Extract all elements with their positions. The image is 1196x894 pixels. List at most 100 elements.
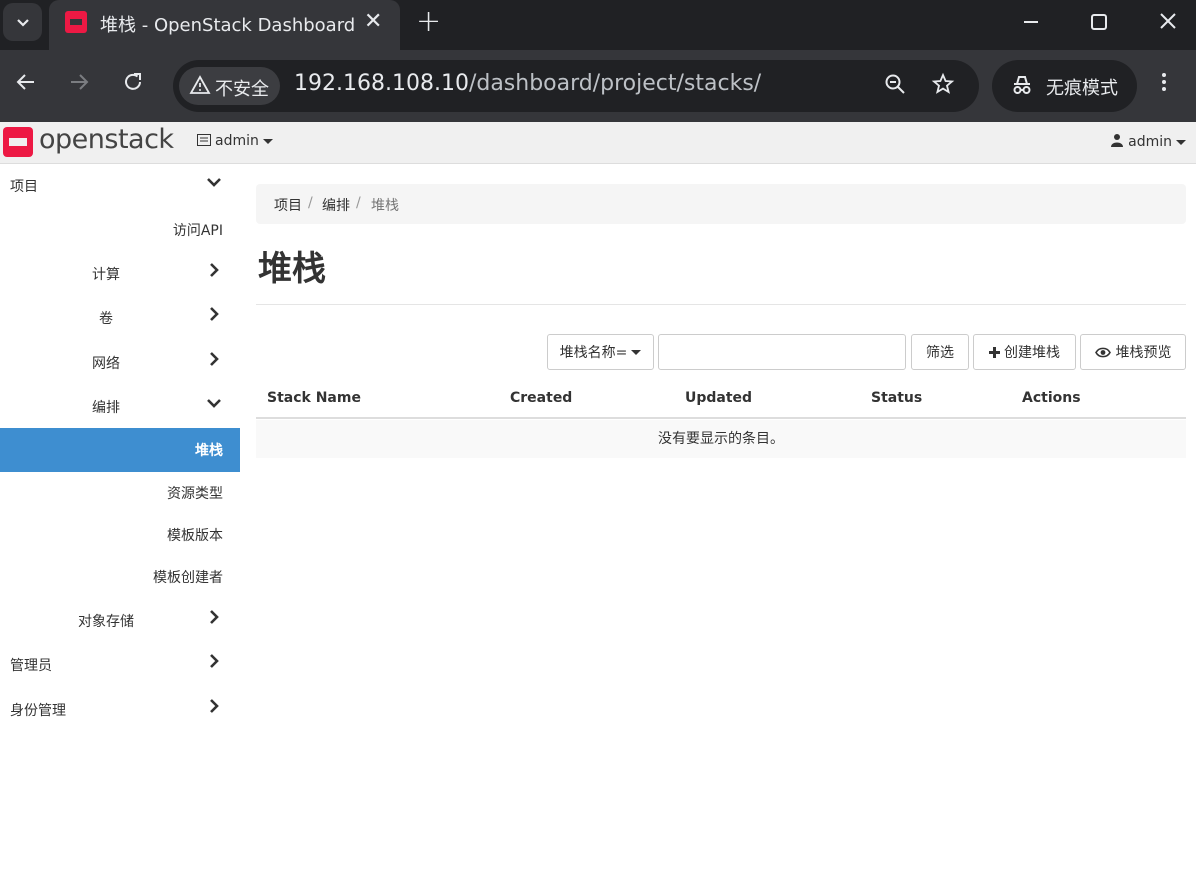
create-stack-label: 创建堆栈	[1004, 345, 1060, 361]
new-tab-button[interactable]: +	[416, 4, 441, 39]
table-empty-message: 没有要显示的条目。	[256, 420, 1186, 458]
url-host: 192.168.108.10	[294, 71, 469, 96]
sidebar-item-resource-types[interactable]: 资源类型	[0, 471, 240, 515]
sidebar-item-api-access[interactable]: 访问API	[0, 208, 240, 252]
user-menu[interactable]: admin	[1111, 133, 1186, 150]
openstack-header: openstack admin admin	[0, 122, 1196, 164]
column-header-status[interactable]: Status	[871, 390, 922, 406]
column-header-stack-name[interactable]: Stack Name	[267, 390, 361, 406]
browser-tabbar: 堆栈 - OpenStack Dashboard ✕ +	[0, 0, 1196, 50]
reload-button[interactable]	[121, 70, 145, 100]
reload-icon	[125, 73, 141, 90]
sidebar-item-template-generator[interactable]: 模板创建者	[0, 555, 240, 599]
chevron-right-icon	[206, 306, 222, 326]
project-menu[interactable]: admin	[197, 133, 273, 149]
sidebar-item-label: 对象存储	[78, 614, 134, 630]
project-menu-label: admin	[215, 133, 259, 149]
forward-button[interactable]	[67, 70, 91, 100]
chevron-right-icon	[206, 262, 222, 282]
create-stack-button[interactable]: 创建堆栈	[973, 334, 1076, 370]
sidebar-item-label: 管理员	[10, 658, 52, 674]
column-header-actions: Actions	[1022, 390, 1081, 406]
chevron-right-icon	[206, 653, 222, 673]
filter-button[interactable]: 筛选	[911, 334, 969, 370]
breadcrumb-separator: /	[356, 195, 361, 211]
sidebar-item-template-versions[interactable]: 模板版本	[0, 513, 240, 557]
incognito-icon	[1010, 73, 1034, 102]
caret-down-icon	[631, 349, 642, 355]
sidebar-item-label: 编排	[92, 400, 120, 416]
sidebar-item-label: 堆栈	[195, 443, 223, 459]
filter-input[interactable]	[658, 334, 906, 370]
sidebar-item-project[interactable]: 项目	[0, 164, 240, 208]
kebab-menu-icon	[1162, 73, 1166, 91]
preview-stack-label: 堆栈预览	[1115, 345, 1172, 361]
stacks-table-header: Stack Name Created Updated Status Action…	[256, 378, 1186, 419]
chevron-down-icon	[206, 174, 222, 194]
breadcrumb-item-orchestration[interactable]: 编排	[322, 195, 350, 215]
sidebar-item-label: 访问API	[172, 223, 223, 239]
sidebar: 项目 访问API 计算 卷 网络 编排 堆栈 资源类型 模板版本 模板创建者 对…	[0, 164, 240, 894]
sidebar-item-stacks[interactable]: 堆栈	[0, 428, 240, 472]
breadcrumb: 项目 / 编排 / 堆栈	[256, 184, 1186, 224]
insecure-label: 不安全	[215, 79, 269, 100]
project-list-icon	[197, 134, 211, 146]
filter-button-label: 筛选	[926, 345, 954, 361]
chevron-down-icon	[16, 19, 29, 27]
browser-toolbar: 不安全 192.168.108.10/dashboard/project/sta…	[0, 50, 1196, 122]
sidebar-item-orchestration[interactable]: 编排	[0, 385, 240, 429]
incognito-label: 无痕模式	[1046, 78, 1118, 99]
tab-close-icon[interactable]: ✕	[364, 9, 382, 34]
browser-menu-button[interactable]	[1160, 70, 1168, 100]
page-title: 堆栈	[258, 249, 326, 289]
sidebar-item-label: 卷	[99, 311, 113, 327]
url-text[interactable]: 192.168.108.10/dashboard/project/stacks/	[294, 71, 761, 96]
back-button[interactable]	[14, 70, 38, 100]
bookmark-star-icon[interactable]	[931, 72, 955, 102]
column-header-updated[interactable]: Updated	[685, 390, 752, 406]
openstack-logo-icon[interactable]	[3, 127, 33, 157]
close-window-button[interactable]	[1158, 8, 1178, 43]
sidebar-item-object-store[interactable]: 对象存储	[0, 599, 240, 643]
breadcrumb-item-current: 堆栈	[371, 198, 399, 214]
openstack-favicon-icon	[65, 11, 87, 33]
minimize-icon	[1024, 21, 1038, 23]
sidebar-item-admin[interactable]: 管理员	[0, 643, 240, 687]
address-bar[interactable]: 不安全 192.168.108.10/dashboard/project/sta…	[173, 60, 979, 112]
tab-search-button[interactable]	[3, 3, 42, 41]
breadcrumb-item-project[interactable]: 项目	[274, 195, 302, 215]
user-icon	[1111, 134, 1124, 147]
tab-title: 堆栈 - OpenStack Dashboard	[100, 15, 356, 36]
chevron-right-icon	[206, 698, 222, 718]
sidebar-item-compute[interactable]: 计算	[0, 252, 240, 296]
arrow-left-icon	[16, 74, 34, 90]
incognito-indicator[interactable]: 无痕模式	[992, 60, 1137, 112]
minimize-window-button[interactable]	[1022, 8, 1040, 43]
preview-stack-button[interactable]: 堆栈预览	[1080, 334, 1186, 370]
sidebar-item-identity[interactable]: 身份管理	[0, 688, 240, 732]
sidebar-item-label: 项目	[10, 179, 38, 195]
filter-field-dropdown[interactable]: 堆栈名称=	[547, 334, 654, 370]
column-header-created[interactable]: Created	[510, 390, 572, 406]
openstack-logo-text[interactable]: openstack	[39, 124, 174, 155]
zoom-icon[interactable]	[883, 72, 907, 102]
plus-icon	[989, 346, 1000, 358]
url-path: /dashboard/project/stacks/	[468, 71, 762, 96]
eye-icon	[1094, 347, 1111, 357]
divider	[256, 304, 1186, 305]
sidebar-item-label: 模板创建者	[153, 570, 223, 586]
sidebar-item-volumes[interactable]: 卷	[0, 296, 240, 340]
filter-field-label: 堆栈名称=	[559, 345, 628, 361]
sidebar-item-label: 资源类型	[167, 486, 223, 502]
close-icon	[1160, 13, 1176, 29]
chevron-right-icon	[206, 609, 222, 629]
caret-down-icon	[1176, 139, 1186, 145]
sidebar-item-label: 模板版本	[167, 528, 223, 544]
sidebar-item-label: 身份管理	[10, 703, 66, 719]
user-menu-label: admin	[1128, 134, 1172, 150]
maximize-window-button[interactable]	[1090, 8, 1108, 43]
sidebar-item-network[interactable]: 网络	[0, 341, 240, 385]
sidebar-item-label: 网络	[92, 356, 120, 372]
browser-tab-active[interactable]: 堆栈 - OpenStack Dashboard ✕	[49, 0, 400, 50]
chevron-right-icon	[206, 351, 222, 371]
